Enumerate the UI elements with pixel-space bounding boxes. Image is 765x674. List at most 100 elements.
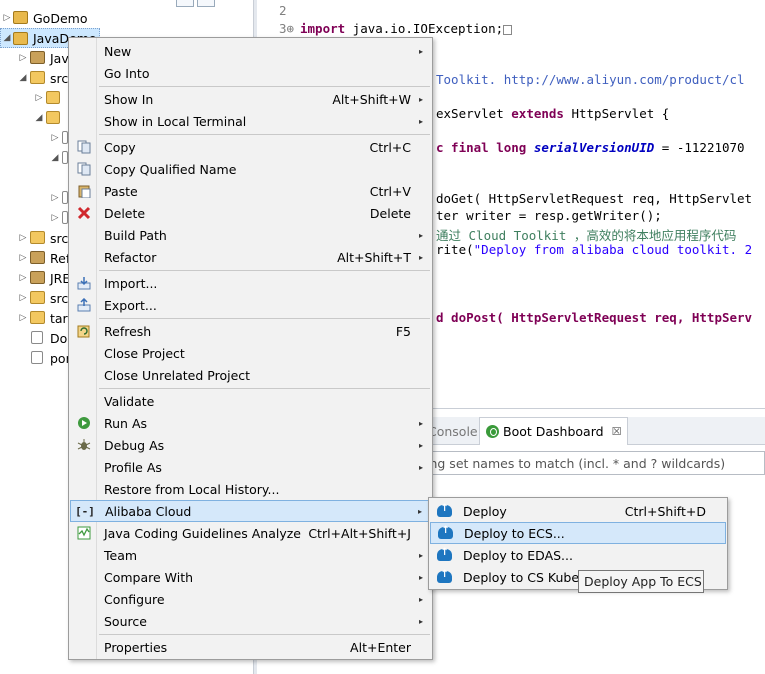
- menu-item-validate[interactable]: Validate: [70, 390, 431, 412]
- collapse-all-icon[interactable]: [176, 0, 194, 7]
- source-folder-icon: [30, 71, 45, 84]
- folder-icon: [30, 311, 45, 324]
- menu-item-paste[interactable]: Paste Ctrl+V: [70, 180, 431, 202]
- tree-item-jre[interactable]: ▷ JRE: [0, 268, 71, 288]
- menu-separator: [99, 270, 430, 271]
- expand-icon[interactable]: ▷: [34, 93, 44, 103]
- cloud-upload-icon: [436, 547, 452, 563]
- tree-item-label: src: [50, 230, 69, 246]
- menu-item-source[interactable]: Source ▸: [70, 610, 431, 632]
- menu-item-refactor[interactable]: Refactor Alt+Shift+T ▸: [70, 246, 431, 268]
- menu-item-deploy-to-ecs[interactable]: Deploy to ECS...: [430, 522, 726, 544]
- expand-icon[interactable]: ▷: [50, 193, 60, 203]
- expand-icon[interactable]: ▷: [18, 293, 28, 303]
- tree-item-src[interactable]: ◢ src: [0, 68, 69, 88]
- tree-item-target[interactable]: ▷ targ: [0, 308, 76, 328]
- tab-boot-dashboard[interactable]: Boot Dashboard ☒: [479, 417, 629, 445]
- expand-icon[interactable]: ▷: [2, 13, 12, 23]
- menu-item-label: Close Project: [104, 345, 185, 361]
- menu-item-label: Deploy to ECS...: [464, 525, 565, 541]
- menu-item-show-in[interactable]: Show In Alt+Shift+W ▸: [70, 88, 431, 110]
- tree-item-referenced-libraries[interactable]: ▷ Ref: [0, 248, 71, 268]
- menu-item-copy-qualified-name[interactable]: Copy Qualified Name: [70, 158, 431, 180]
- menu-item-shortcut: Ctrl+Alt+Shift+J: [308, 525, 411, 541]
- code-line-doget: doGet( HttpServletRequest req, HttpServl…: [436, 191, 753, 206]
- menu-item-profile-as[interactable]: Profile As ▸: [70, 456, 431, 478]
- collapse-icon[interactable]: ◢: [50, 153, 60, 163]
- code-text: = -11221070: [654, 140, 745, 155]
- keyword: c final long: [436, 140, 534, 155]
- menu-item-properties[interactable]: Properties Alt+Enter: [70, 636, 431, 658]
- menu-item-shortcut: Ctrl+V: [369, 183, 411, 199]
- menu-item-label: Team: [104, 547, 138, 563]
- menu-item-label: Validate: [104, 393, 155, 409]
- menu-item-build-path[interactable]: Build Path ▸: [70, 224, 431, 246]
- debug-icon: [76, 437, 92, 453]
- menu-item-compare-with[interactable]: Compare With ▸: [70, 566, 431, 588]
- copy-icon: [76, 139, 92, 155]
- menu-item-export[interactable]: Export...: [70, 294, 431, 316]
- menu-item-import[interactable]: Import...: [70, 272, 431, 294]
- expand-icon[interactable]: ▷: [18, 313, 28, 323]
- code-line-class: exServlet extends HttpServlet {: [436, 106, 669, 121]
- expand-icon[interactable]: ▷: [18, 253, 28, 263]
- tree-item-src[interactable]: ▷ src: [0, 228, 69, 248]
- menu-item-refresh[interactable]: Refresh F5: [70, 320, 431, 342]
- tree-item-label: GoDemo: [33, 10, 88, 26]
- tree-item-label: src: [50, 70, 69, 86]
- submenu-arrow-icon: ▸: [418, 462, 423, 472]
- menu-separator: [99, 318, 430, 319]
- menu-item-deploy-to-edas[interactable]: Deploy to EDAS...: [430, 544, 726, 566]
- tree-item-pom[interactable]: pon: [0, 348, 74, 368]
- line-number: 3⊕: [279, 21, 295, 36]
- collapse-icon[interactable]: ◢: [34, 113, 44, 123]
- delete-icon: [76, 205, 92, 221]
- refresh-icon: [76, 323, 92, 339]
- tree-item-java-resources[interactable]: ▷ Jav: [0, 48, 69, 68]
- menu-item-team[interactable]: Team ▸: [70, 544, 431, 566]
- package-icon: [46, 111, 60, 124]
- tree-item-class[interactable]: ▷: [0, 208, 68, 228]
- menu-item-restore-local-history[interactable]: Restore from Local History...: [70, 478, 431, 500]
- menu-item-close-project[interactable]: Close Project: [70, 342, 431, 364]
- expand-icon[interactable]: ▷: [18, 233, 28, 243]
- tree-item-src-folder[interactable]: ▷ src: [0, 288, 69, 308]
- menu-item-deploy[interactable]: Deploy Ctrl+Shift+D: [430, 500, 726, 522]
- link-editor-icon[interactable]: [197, 0, 215, 7]
- menu-item-close-unrelated-project[interactable]: Close Unrelated Project: [70, 364, 431, 386]
- menu-item-alibaba-cloud[interactable]: [-] Alibaba Cloud ▸: [70, 500, 431, 522]
- tree-item-class[interactable]: ◢: [0, 148, 68, 168]
- menu-item-shortcut: Alt+Shift+T: [337, 249, 411, 265]
- menu-item-debug-as[interactable]: Debug As ▸: [70, 434, 431, 456]
- menu-item-copy[interactable]: Copy Ctrl+C: [70, 136, 431, 158]
- tree-item-godemo[interactable]: ▷ GoDemo: [0, 8, 253, 28]
- menu-item-java-coding-guidelines[interactable]: Java Coding Guidelines Analyze Ctrl+Alt+…: [70, 522, 431, 544]
- menu-item-delete[interactable]: Delete Delete: [70, 202, 431, 224]
- menu-item-run-as[interactable]: Run As ▸: [70, 412, 431, 434]
- expand-icon[interactable]: ▷: [50, 213, 60, 223]
- tree-item-class[interactable]: ▷: [0, 188, 68, 208]
- filter-input[interactable]: ing set names to match (incl. * and ? wi…: [417, 451, 765, 475]
- tree-item-class[interactable]: ▷: [0, 128, 68, 148]
- submenu-arrow-icon: ▸: [418, 252, 423, 262]
- menu-item-label: New: [104, 43, 132, 59]
- menu-separator: [99, 388, 430, 389]
- menu-item-show-in-terminal[interactable]: Show in Local Terminal ▸: [70, 110, 431, 132]
- expand-icon[interactable]: ▷: [18, 53, 28, 63]
- expand-icon[interactable]: ▷: [18, 273, 28, 283]
- menu-item-go-into[interactable]: Go Into: [70, 62, 431, 84]
- menu-item-new[interactable]: New ▸: [70, 40, 431, 62]
- close-icon[interactable]: ☒: [612, 425, 622, 438]
- menu-item-configure[interactable]: Configure ▸: [70, 588, 431, 610]
- cloud-upload-icon: [437, 525, 453, 541]
- expand-icon[interactable]: ▷: [50, 133, 60, 143]
- collapse-icon[interactable]: ◢: [2, 33, 12, 43]
- menu-item-label: Paste: [104, 183, 138, 199]
- tree-item-package[interactable]: ▷: [0, 88, 68, 108]
- menu-item-label: Restore from Local History...: [104, 481, 280, 497]
- tree-item-label: src: [50, 290, 69, 306]
- tree-item-package[interactable]: ◢: [0, 108, 68, 128]
- folded-code-icon[interactable]: [503, 24, 513, 35]
- collapse-icon[interactable]: ◢: [18, 73, 28, 83]
- tree-item-dockerfile[interactable]: Do: [0, 328, 68, 348]
